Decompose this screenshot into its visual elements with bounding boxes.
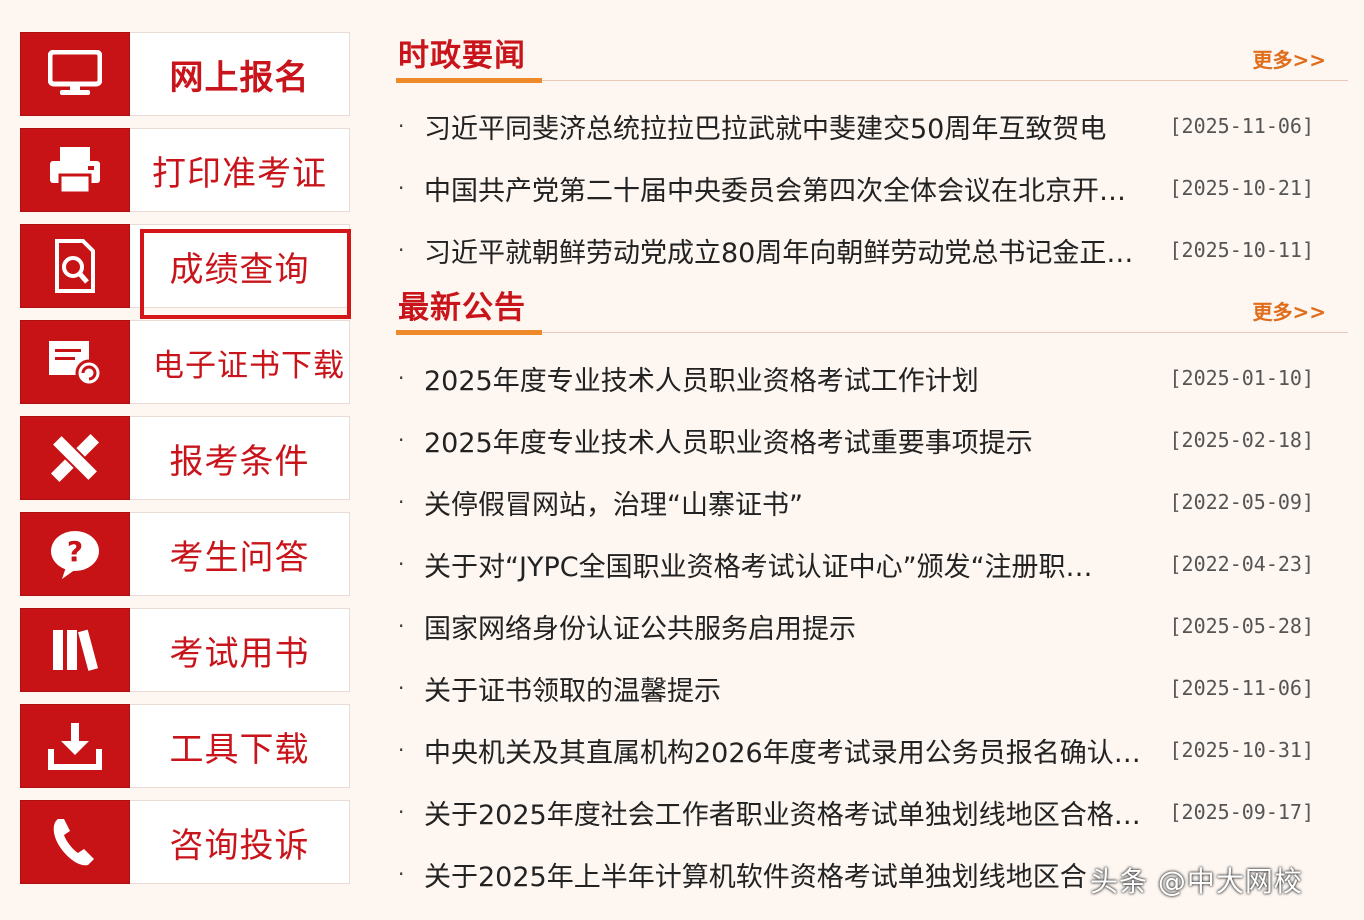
notice-list: · 2025年度专业技术人员职业资格考试工作计划 [2025-01-10] · 2025… [396,347,1348,905]
news-date: [2025-11-06] [1169,676,1315,700]
watermark: 头条 @中大网校 [1090,865,1303,898]
news-row[interactable]: · 关于证书领取的温馨提示 [2025-11-06] [396,657,1348,719]
books-icon [20,608,130,692]
menu-label: 成绩查询 [130,224,350,308]
news-date: [2025-10-21] [1169,176,1315,200]
menu-item-exam-requirements[interactable]: 报考条件 [20,416,350,500]
news-row[interactable]: · 中央机关及其直属机构2026年度考试录用公务员报名确认… [2025-10-31… [396,719,1348,781]
section-title: 时政要闻 [398,38,526,74]
monitor-icon [20,32,130,116]
menu-label: 报考条件 [130,416,350,500]
news-row[interactable]: · 2025年度专业技术人员职业资格考试重要事项提示 [2025-02-18] [396,409,1348,471]
news-title[interactable]: 中国共产党第二十届中央委员会第四次全体会议在北京开… [424,169,1150,208]
more-link[interactable]: 更多>> [1252,44,1326,73]
bullet-icon: · [398,238,405,262]
menu-item-print-admission[interactable]: 打印准考证 [20,128,350,212]
phone-icon [20,800,130,884]
news-row[interactable]: · 关停假冒网站，治理“山寨证书” [2022-05-09] [396,471,1348,533]
news-row[interactable]: · 习近平同斐济总统拉拉巴拉武就中斐建交50周年互致贺电 [2025-11-06] [396,95,1348,157]
news-date: [2025-09-17] [1169,800,1315,824]
news-row[interactable]: · 习近平就朝鲜劳动党成立80周年向朝鲜劳动党总书记金正… [2025-10-11] [396,219,1348,281]
question-bubble-icon: ? [20,512,130,596]
menu-label: 电子证书下载 [130,320,350,404]
news-list: · 习近平同斐济总统拉拉巴拉武就中斐建交50周年互致贺电 [2025-11-06] ·… [396,95,1348,281]
menu-item-complaints[interactable]: 咨询投诉 [20,800,350,884]
news-date: [2022-05-09] [1169,490,1315,514]
news-title[interactable]: 国家网络身份认证公共服务启用提示 [424,607,1150,646]
document-search-icon [20,224,130,308]
svg-text:?: ? [67,535,83,568]
certificate-download-icon [20,320,130,404]
news-date: [2022-04-23] [1169,552,1315,576]
menu-label: 网上报名 [130,32,350,116]
bullet-icon: · [398,114,405,138]
news-title[interactable]: 习近平就朝鲜劳动党成立80周年向朝鲜劳动党总书记金正… [424,231,1150,270]
bullet-icon: · [398,428,405,452]
section-header: 时政要闻 更多>> [396,30,1348,83]
menu-item-exam-books[interactable]: 考试用书 [20,608,350,692]
news-row[interactable]: · 关于2025年度社会工作者职业资格考试单独划线地区合格… [2025-09-17… [396,781,1348,843]
title-underline [396,330,542,335]
bullet-icon: · [398,366,405,390]
news-row[interactable]: · 关于对“JYPC全国职业资格考试认证中心”颁发“注册职… [2022-04-23… [396,533,1348,595]
menu-label: 咨询投诉 [130,800,350,884]
news-title[interactable]: 关停假冒网站，治理“山寨证书” [424,483,1150,522]
news-row[interactable]: · 国家网络身份认证公共服务启用提示 [2025-05-28] [396,595,1348,657]
news-title[interactable]: 关于2025年上半年计算机软件资格考试单独划线地区合 [424,855,1150,894]
news-title[interactable]: 习近平同斐济总统拉拉巴拉武就中斐建交50周年互致贺电 [424,107,1150,146]
section-title: 最新公告 [398,290,526,326]
menu-item-tool-download[interactable]: 工具下载 [20,704,350,788]
news-title[interactable]: 关于对“JYPC全国职业资格考试认证中心”颁发“注册职… [424,545,1150,584]
pencil-ruler-icon [20,416,130,500]
more-link[interactable]: 更多>> [1252,296,1326,325]
title-underline [396,78,542,83]
section-header: 最新公告 更多>> [396,282,1348,335]
news-date: [2025-05-28] [1169,614,1315,638]
bullet-icon: · [398,862,405,886]
news-title[interactable]: 2025年度专业技术人员职业资格考试工作计划 [424,359,1150,398]
news-title[interactable]: 关于2025年度社会工作者职业资格考试单独划线地区合格… [424,793,1150,832]
menu-item-certificate-download[interactable]: 电子证书下载 [20,320,350,404]
news-date: [2025-10-31] [1169,738,1315,762]
printer-icon [20,128,130,212]
news-row[interactable]: · 中国共产党第二十届中央委员会第四次全体会议在北京开… [2025-10-21] [396,157,1348,219]
notices-section: 最新公告 更多>> · 2025年度专业技术人员职业资格考试工作计划 [2025-0… [396,282,1348,905]
menu-item-online-registration[interactable]: 网上报名 [20,32,350,116]
menu-label: 考试用书 [130,608,350,692]
download-tray-icon [20,704,130,788]
news-date: [2025-02-18] [1169,428,1315,452]
news-date: [2025-10-11] [1169,238,1315,262]
bullet-icon: · [398,614,405,638]
menu-item-faq[interactable]: ? 考生问答 [20,512,350,596]
news-title[interactable]: 关于证书领取的温馨提示 [424,669,1150,708]
menu-label: 打印准考证 [130,128,350,212]
bullet-icon: · [398,676,405,700]
bullet-icon: · [398,490,405,514]
bullet-icon: · [398,738,405,762]
news-date: [2025-11-06] [1169,114,1315,138]
menu-label: 工具下载 [130,704,350,788]
news-row[interactable]: · 2025年度专业技术人员职业资格考试工作计划 [2025-01-10] [396,347,1348,409]
news-title[interactable]: 2025年度专业技术人员职业资格考试重要事项提示 [424,421,1150,460]
news-title[interactable]: 中央机关及其直属机构2026年度考试录用公务员报名确认… [424,731,1150,770]
news-date: [2025-01-10] [1169,366,1315,390]
news-section: 时政要闻 更多>> · 习近平同斐济总统拉拉巴拉武就中斐建交50周年互致贺电 [20… [396,30,1348,281]
bullet-icon: · [398,552,405,576]
menu-label: 考生问答 [130,512,350,596]
bullet-icon: · [398,800,405,824]
menu-item-score-query[interactable]: 成绩查询 [20,224,350,308]
bullet-icon: · [398,176,405,200]
